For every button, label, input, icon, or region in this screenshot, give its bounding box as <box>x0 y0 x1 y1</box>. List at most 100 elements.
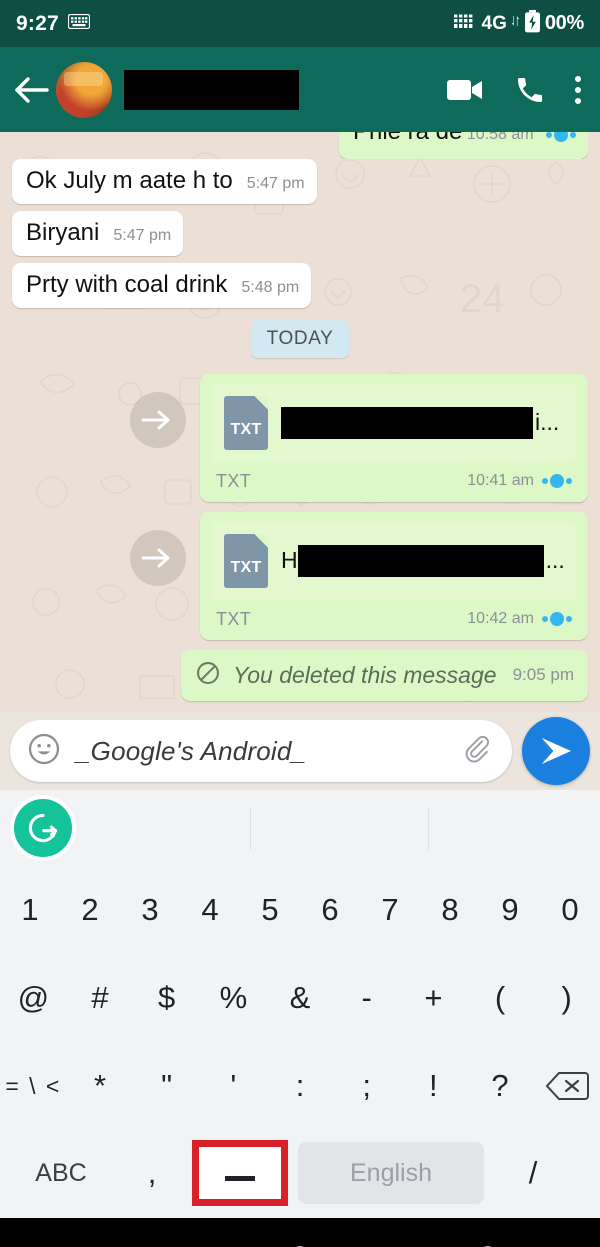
back-c-icon[interactable] <box>458 1234 518 1247</box>
forward-arrow-icon[interactable] <box>130 529 186 586</box>
suggestion-bar <box>0 790 600 866</box>
message-input-bar: _Google's Android_ <box>0 712 600 790</box>
message-input[interactable]: _Google's Android_ <box>76 736 446 767</box>
key-ampersand[interactable]: & <box>267 954 334 1042</box>
key-colon[interactable]: : <box>267 1042 334 1130</box>
key-semicolon[interactable]: ; <box>333 1042 400 1130</box>
key-3[interactable]: 3 <box>120 866 180 954</box>
chat-message-list[interactable]: 24 10:58 am Ok July m aate h to 5:47 pm … <box>0 132 600 712</box>
emoji-smiley-icon[interactable] <box>26 731 62 772</box>
file-header[interactable]: TXT i... <box>212 383 576 462</box>
txt-file-icon-label: TXT <box>230 420 262 438</box>
key-hyphen[interactable]: - <box>333 954 400 1042</box>
file-name-suffix: ... <box>545 547 565 574</box>
key-4[interactable]: 4 <box>180 866 240 954</box>
more-vertical-icon[interactable] <box>574 75 582 104</box>
message-line: Biryani 5:47 pm <box>26 219 171 247</box>
file-name: i... <box>281 406 566 439</box>
file-type-label: TXT <box>216 470 252 491</box>
recents-icon[interactable] <box>82 1234 142 1247</box>
key-comma[interactable]: , <box>116 1130 188 1216</box>
message-row: Ok July m aate h to 5:47 pm <box>12 159 588 204</box>
key-at[interactable]: @ <box>0 954 67 1042</box>
key-5[interactable]: 5 <box>240 866 300 954</box>
key-dollar[interactable]: $ <box>133 954 200 1042</box>
video-camera-icon[interactable] <box>446 76 486 104</box>
key-plus[interactable]: + <box>400 954 467 1042</box>
key-open-paren[interactable]: ( <box>467 954 534 1042</box>
backspace-icon[interactable] <box>533 1042 600 1130</box>
read-ticks-icon <box>542 612 572 627</box>
deleted-message-bubble[interactable]: You deleted this message 9:05 pm <box>181 649 588 701</box>
key-9[interactable]: 9 <box>480 866 540 954</box>
clipped-message-row: Phle ra de 10:58 am <box>12 132 588 159</box>
phone-icon[interactable] <box>514 74 546 106</box>
app-bar-actions <box>446 74 586 106</box>
on-screen-keyboard: 1 2 3 4 5 6 7 8 9 0 @ # $ % & - + ( ) = … <box>0 790 600 1218</box>
file-message-bubble[interactable]: TXT H ... TXT 10:42 am <box>200 511 588 640</box>
underscore-glyph <box>225 1175 255 1181</box>
message-bubble[interactable]: Biryani 5:47 pm <box>12 210 184 256</box>
message-time: 10:41 am <box>467 472 534 490</box>
forward-arrow-icon[interactable] <box>130 391 186 448</box>
day-divider: TODAY <box>250 319 350 358</box>
key-0[interactable]: 0 <box>540 866 600 954</box>
key-6[interactable]: 6 <box>300 866 360 954</box>
compose-pill[interactable]: _Google's Android_ <box>10 720 512 782</box>
file-message-row: TXT H ... TXT 10:42 am <box>12 511 588 640</box>
blocked-icon <box>195 660 221 691</box>
key-more-symbols[interactable]: = \ < <box>0 1042 67 1130</box>
home-circle-icon[interactable] <box>270 1234 330 1247</box>
keyboard-row-symbols-2: = \ < * " ' : ; ! ? <box>0 1042 600 1130</box>
file-name-suffix: i... <box>535 409 560 436</box>
key-7[interactable]: 7 <box>360 866 420 954</box>
file-name-redaction <box>281 406 533 439</box>
txt-file-icon-label: TXT <box>230 558 262 576</box>
avatar[interactable] <box>56 61 112 118</box>
file-name-prefix: H <box>281 547 298 574</box>
key-1[interactable]: 1 <box>0 866 60 954</box>
file-message-bubble[interactable]: TXT i... TXT 10:41 am <box>200 373 588 502</box>
suggestion-divider <box>428 808 429 850</box>
file-name-redaction <box>297 544 544 577</box>
key-exclamation[interactable]: ! <box>400 1042 467 1130</box>
grammarly-icon[interactable] <box>14 799 72 857</box>
key-hash[interactable]: # <box>67 954 134 1042</box>
message-text: Prty with coal drink <box>26 270 228 298</box>
paperclip-icon[interactable] <box>460 732 494 771</box>
back-arrow-icon[interactable] <box>8 75 54 105</box>
contact-name[interactable] <box>124 69 299 110</box>
status-bar-right: 4G 00% <box>453 9 584 38</box>
key-abc[interactable]: ABC <box>6 1130 116 1216</box>
key-underscore[interactable] <box>192 1140 288 1206</box>
message-bubble-clipped[interactable]: Phle ra de 10:58 am <box>338 132 588 159</box>
key-slash[interactable]: / <box>490 1130 576 1216</box>
day-divider-row: TODAY <box>12 319 588 358</box>
status-bar: 9:27 4G 00% <box>0 0 600 47</box>
key-period[interactable]: . <box>576 1130 600 1216</box>
key-2[interactable]: 2 <box>60 866 120 954</box>
key-8[interactable]: 8 <box>420 866 480 954</box>
battery-charging-icon <box>524 9 541 38</box>
key-double-quote[interactable]: " <box>133 1042 200 1130</box>
keyboard-row-numbers: 1 2 3 4 5 6 7 8 9 0 <box>0 866 600 954</box>
file-type-label: TXT <box>216 608 252 629</box>
key-question[interactable]: ? <box>467 1042 534 1130</box>
send-button[interactable] <box>522 717 590 785</box>
file-header[interactable]: TXT H ... <box>212 521 576 600</box>
message-time: 10:42 am <box>467 610 534 628</box>
read-ticks-icon <box>542 474 572 489</box>
key-percent[interactable]: % <box>200 954 267 1042</box>
file-message-row: TXT i... TXT 10:41 am <box>12 373 588 502</box>
key-asterisk[interactable]: * <box>67 1042 134 1130</box>
file-name: H ... <box>281 544 566 577</box>
phone-screen: 9: 2 7 4G 00% 24 10:58 am Ok July m aate h… <box>0 0 600 1247</box>
keyboard-row-symbols-1: @ # $ % & - + ( ) <box>0 954 600 1042</box>
key-space[interactable]: English <box>298 1142 484 1204</box>
key-single-quote[interactable]: ' <box>200 1042 267 1130</box>
message-bubble[interactable]: Ok July m aate h to 5:47 pm <box>12 159 317 204</box>
message-bubble[interactable]: Prty with coal drink 5:48 pm <box>12 262 312 308</box>
key-close-paren[interactable]: ) <box>533 954 600 1042</box>
chat-content: Phle ra de 10:58 am Ok July m aate h to … <box>0 132 600 701</box>
message-line: Ok July m aate h to 5:47 pm <box>26 167 305 195</box>
